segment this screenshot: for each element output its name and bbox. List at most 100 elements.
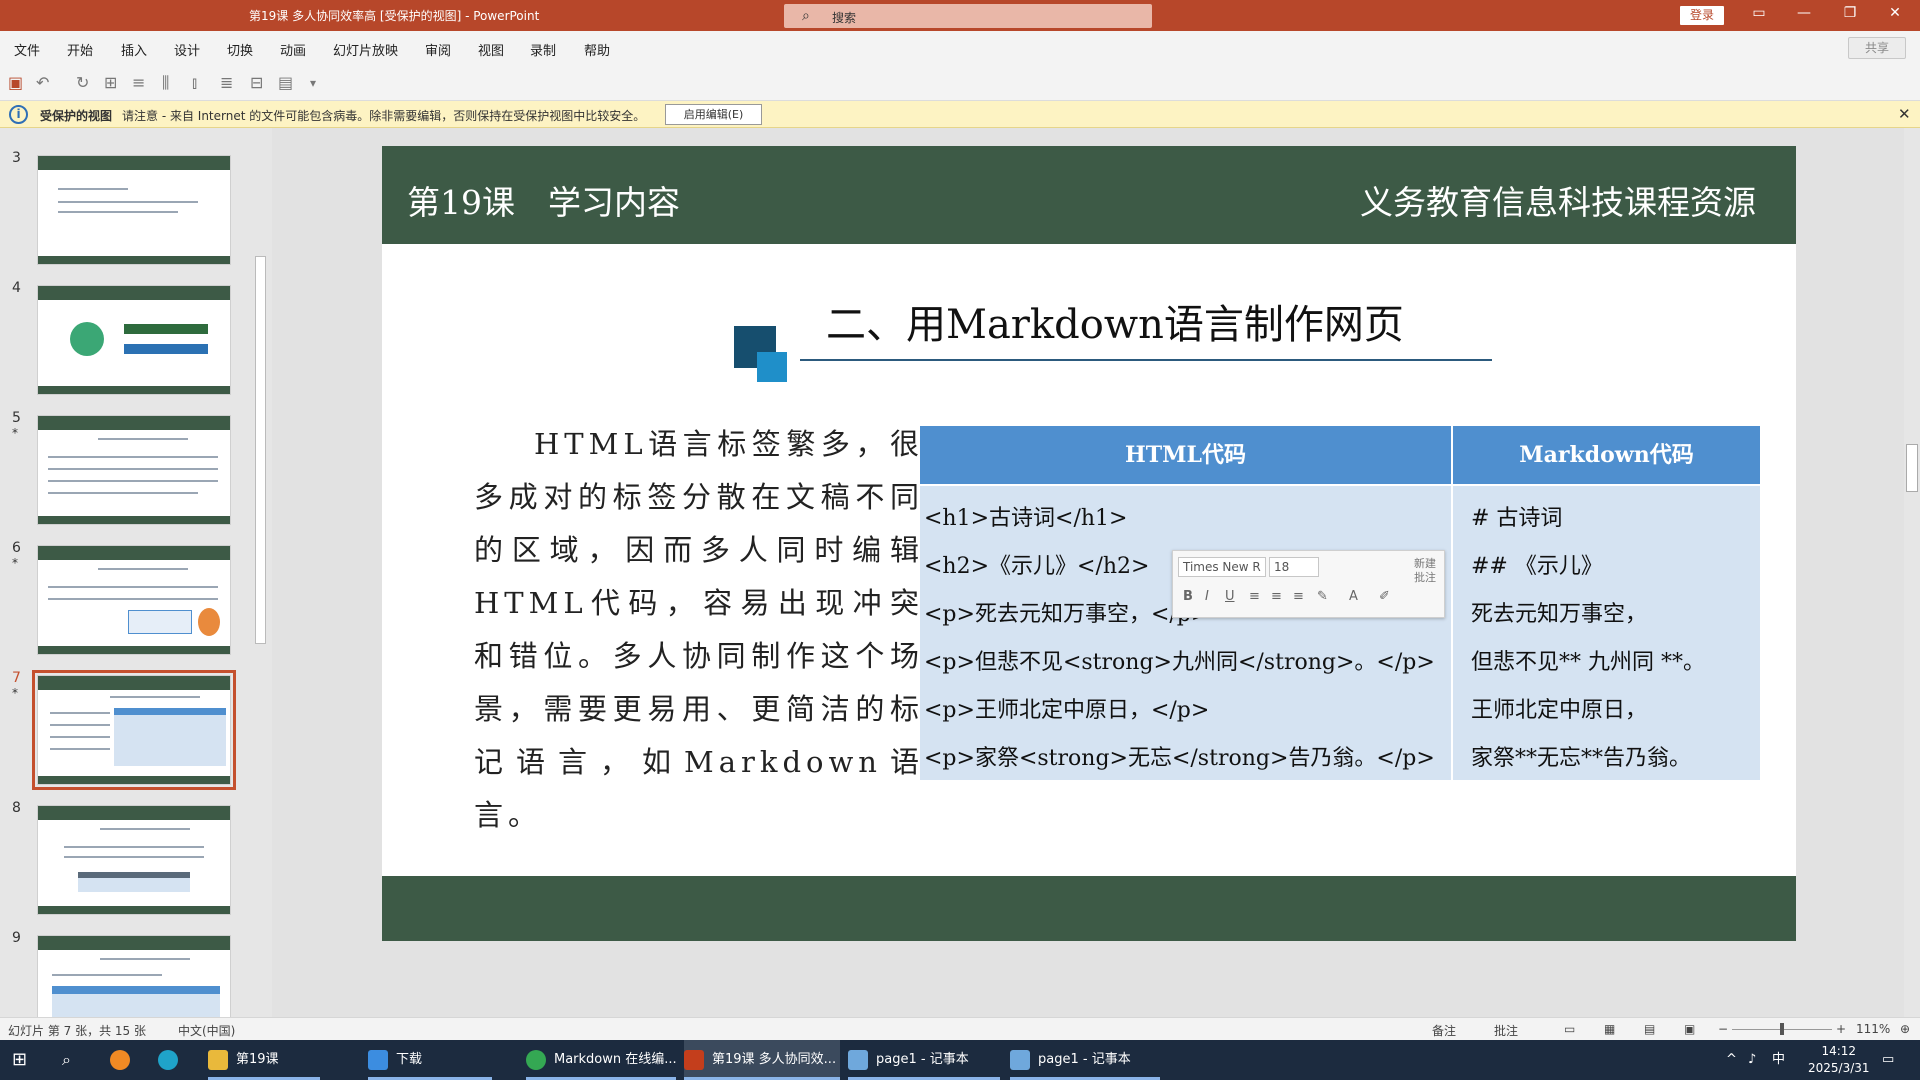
font-color-icon[interactable]: A xyxy=(1349,589,1358,604)
thumbnail-scroll-thumb[interactable] xyxy=(255,256,266,644)
slide-thumbnail-5[interactable] xyxy=(37,415,231,525)
taskbar-item-downloads[interactable]: 下载 xyxy=(368,1040,492,1080)
distribute-icon[interactable]: ⫾ xyxy=(192,73,197,93)
tab-home[interactable]: 开始 xyxy=(67,40,93,59)
tab-transitions[interactable]: 切换 xyxy=(227,40,253,59)
thumb-number: 3 xyxy=(12,150,21,166)
slide-thumbnail-6[interactable] xyxy=(37,545,231,655)
taskbar-item-powerpoint[interactable]: 第19课 多人协同效... xyxy=(684,1040,840,1080)
new-comment-button[interactable]: 新建批注 xyxy=(1409,557,1441,585)
format-painter-icon[interactable]: ✐ xyxy=(1379,589,1390,604)
search-box[interactable]: ⌕ 搜索 xyxy=(784,4,1152,28)
markdown-line: 死去元知万事空， xyxy=(1471,602,1648,627)
taskbar-item-chrome[interactable]: Markdown 在线编... xyxy=(526,1040,677,1080)
zoom-level[interactable]: 111% xyxy=(1856,1022,1890,1036)
redo-icon[interactable]: ↻ xyxy=(76,73,89,92)
bold-icon[interactable]: B xyxy=(1183,589,1193,604)
slideshow-icon[interactable]: ▤ xyxy=(278,73,293,92)
taskbar-item-notepad-1[interactable]: page1 - 记事本 xyxy=(848,1040,1000,1080)
restore-icon[interactable]: ❐ xyxy=(1835,5,1865,21)
thumb-text xyxy=(100,958,190,960)
tab-slideshow[interactable]: 幻灯片放映 xyxy=(333,40,398,59)
tab-design[interactable]: 设计 xyxy=(174,40,200,59)
thumb-header xyxy=(38,546,230,560)
slide-sorter-icon[interactable]: ▦ xyxy=(1604,1022,1615,1036)
window-title: 第19课 多人协同效率高 [受保护的视图] - PowerPoint xyxy=(249,9,540,23)
ime-indicator[interactable]: 中 xyxy=(1772,1040,1785,1080)
tab-review[interactable]: 审阅 xyxy=(425,40,451,59)
tray-chevron-icon[interactable]: ^ xyxy=(1726,1040,1737,1080)
align-center-icon[interactable]: ≡ xyxy=(1271,589,1282,604)
align-icon[interactable]: ≡ xyxy=(132,73,145,92)
language-indicator[interactable]: 中文(中国) xyxy=(178,1022,235,1039)
editor-scroll-thumb[interactable] xyxy=(1906,444,1918,492)
close-icon[interactable]: ✕ xyxy=(1880,5,1910,21)
thumbnail-scrollbar[interactable] xyxy=(254,128,267,1017)
tab-record[interactable]: 录制 xyxy=(530,40,556,59)
font-size-box[interactable]: 18 xyxy=(1269,557,1319,577)
zoom-out-icon[interactable]: − xyxy=(1718,1022,1728,1036)
taskbar-label: 第19课 多人协同效... xyxy=(712,1052,837,1067)
slide-thumbnail-3[interactable] xyxy=(37,155,231,265)
tab-insert[interactable]: 插入 xyxy=(121,40,147,59)
share-button[interactable]: 共享 xyxy=(1848,37,1906,59)
font-name-box[interactable]: Times New R xyxy=(1178,557,1266,577)
thumb-text xyxy=(48,468,218,470)
tab-help[interactable]: 帮助 xyxy=(584,40,610,59)
highlight-icon[interactable]: ✎ xyxy=(1317,589,1328,604)
normal-view-icon[interactable]: ▭ xyxy=(1564,1022,1575,1036)
italic-icon[interactable]: I xyxy=(1205,589,1209,604)
present-from-start-icon[interactable]: ⊞ xyxy=(104,73,117,92)
minimize-icon[interactable]: — xyxy=(1789,5,1819,21)
fit-slide-icon[interactable]: ⊕ xyxy=(1900,1022,1910,1036)
taskbar-label: page1 - 记事本 xyxy=(1038,1052,1131,1067)
slideshow-view-icon[interactable]: ▣ xyxy=(1684,1022,1695,1036)
align-center-icon[interactable]: ⫼ xyxy=(162,73,169,93)
taskbar-item-notepad-2[interactable]: page1 - 记事本 xyxy=(1010,1040,1160,1080)
undo-icon[interactable]: ↶ xyxy=(36,73,49,92)
taskbar-item-folder[interactable]: 第19课 xyxy=(208,1040,320,1080)
title-underline xyxy=(800,359,1492,361)
slide-thumbnail-9[interactable] xyxy=(37,935,231,1017)
login-button[interactable]: 登录 xyxy=(1680,6,1724,25)
customize-qat-icon[interactable]: ▾ xyxy=(310,76,316,90)
taskbar-clock[interactable]: 14:12 2025/3/31 xyxy=(1808,1043,1870,1077)
align-middle-icon[interactable]: ≣ xyxy=(220,73,233,92)
thumb-text xyxy=(100,828,190,830)
enable-editing-button[interactable]: 启用编辑(E) xyxy=(665,104,762,125)
app-firefox-icon[interactable] xyxy=(110,1040,138,1080)
app-edge-icon[interactable] xyxy=(158,1040,186,1080)
notes-button[interactable]: 备注 xyxy=(1432,1022,1456,1039)
tab-file[interactable]: 文件 xyxy=(14,40,40,59)
start-icon[interactable]: ⊞ xyxy=(12,1040,27,1080)
tab-view[interactable]: 视图 xyxy=(478,40,504,59)
taskbar-search-icon[interactable]: ⌕ xyxy=(62,1040,71,1080)
reading-view-icon[interactable]: ▤ xyxy=(1644,1022,1655,1036)
zoom-slider-thumb[interactable] xyxy=(1780,1023,1784,1035)
volume-icon[interactable]: ♪ xyxy=(1748,1040,1756,1080)
html-code-cell: <h1>古诗词</h1> <h2>《示儿》</h2> <p>死去元知万事空，</… xyxy=(920,486,1451,780)
clock-date: 2025/3/31 xyxy=(1808,1061,1870,1075)
thumb-footer xyxy=(38,906,230,914)
arrange-icon[interactable]: ⊟ xyxy=(250,73,263,92)
underline-icon[interactable]: U xyxy=(1225,589,1235,604)
html-line: <h1>古诗词</h1> xyxy=(924,506,1128,531)
editor-scrollbar[interactable] xyxy=(1904,128,1920,1017)
tab-animations[interactable]: 动画 xyxy=(280,40,306,59)
slide-thumbnail-8[interactable] xyxy=(37,805,231,915)
slide-thumbnail-7[interactable] xyxy=(32,670,236,790)
ribbon-display-icon[interactable]: ▭ xyxy=(1744,5,1774,21)
close-bar-icon[interactable]: ✕ xyxy=(1898,105,1911,123)
zoom-in-icon[interactable]: + xyxy=(1836,1022,1846,1036)
comments-button[interactable]: 批注 xyxy=(1494,1022,1518,1039)
html-line: <p>王师北定中原日，</p> xyxy=(924,698,1210,723)
align-right-icon[interactable]: ≡ xyxy=(1293,589,1304,604)
section-title: 二、用Markdown语言制作网页 xyxy=(826,302,1404,348)
align-left-icon[interactable]: ≡ xyxy=(1249,589,1260,604)
notification-icon[interactable]: ▭ xyxy=(1882,1040,1894,1080)
thumb-number: 5 xyxy=(12,410,21,426)
save-icon[interactable]: ▣ xyxy=(8,73,23,92)
slide-thumbnail-4[interactable] xyxy=(37,285,231,395)
thumb-circle xyxy=(70,322,104,356)
slide-canvas[interactable]: 第19课 学习内容 义务教育信息科技课程资源 二、用Markdown语言制作网页… xyxy=(382,146,1796,941)
